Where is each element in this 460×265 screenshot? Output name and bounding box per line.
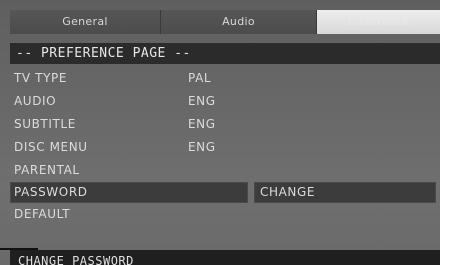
setting-value: PAL [188,71,212,85]
setting-label: TV TYPE [14,71,68,85]
setting-row-audio[interactable]: AUDIO ENG [10,91,440,112]
setting-label: DEFAULT [14,207,71,221]
setting-label: AUDIO [14,94,57,108]
setting-row-subtitle[interactable]: SUBTITLE ENG [10,114,440,135]
setting-row-parental[interactable]: PARENTAL [10,160,440,181]
tab-preference[interactable]: Preference [317,10,441,34]
setting-value: ENG [188,117,216,131]
tab-audio[interactable]: Audio [161,10,317,34]
setting-value: ENG [188,140,216,154]
tv-screen: General Audio Preference -- PREFERENCE P… [0,0,460,265]
tab-general[interactable]: General [10,10,161,34]
setting-value: CHANGE [260,185,316,199]
setting-label: SUBTITLE [14,117,76,131]
setting-row-password[interactable]: PASSWORD CHANGE [10,182,440,203]
page-title: -- PREFERENCE PAGE -- [10,43,440,64]
setting-label: PARENTAL [14,163,80,177]
setting-row-tv-type[interactable]: TV TYPE PAL [10,68,440,89]
change-password-option[interactable]: CHANGE [254,182,436,203]
setting-row-default[interactable]: DEFAULT [10,204,440,225]
setting-value: ENG [188,94,216,108]
setting-label: PASSWORD [14,185,88,199]
status-bar: CHANGE PASSWORD [10,250,440,265]
tab-bar: General Audio Preference [0,10,441,34]
setting-label: DISC MENU [14,140,88,154]
setting-row-disc-menu[interactable]: DISC MENU ENG [10,137,440,158]
